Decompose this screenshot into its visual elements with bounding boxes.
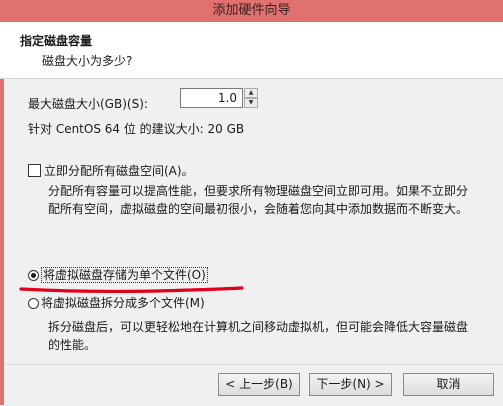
wizard-window: 添加硬件向导 指定磁盘容量 磁盘大小为多少? 最大磁盘大小(GB)(S): 1.… [0,0,503,406]
multi-file-radio-row[interactable]: 将虚拟磁盘拆分成多个文件(M) [28,294,205,311]
cancel-button[interactable]: 取消 [403,373,494,396]
multi-file-description: 拆分磁盘后，可以更轻松地在计算机之间移动虚拟机，但可能会降低大容量磁盘的性能。 [48,320,469,352]
disk-size-label: 最大磁盘大小(GB)(S): [28,97,148,111]
allocate-description: 分配所有容量可以提高性能，但要求所有物理磁盘空间立即可用。如果不立即分配所有空间… [48,184,469,216]
wizard-header: 指定磁盘容量 磁盘大小为多少? [0,22,503,79]
stepper-arrows: ▲ ▼ [244,88,258,108]
next-button[interactable]: 下一步(N) > [309,373,392,396]
wizard-content: 最大磁盘大小(GB)(S): 1.0 ▲ ▼ 针对 CentOS 64 位 的建… [4,79,503,364]
allocate-now-checkbox-row[interactable]: 立即分配所有磁盘空间(A)。 [28,162,194,179]
recommended-size-text: 针对 CentOS 64 位 的建议大小: 20 GB [28,122,245,136]
window-title: 添加硬件向导 [212,3,291,18]
page-subtitle: 磁盘大小为多少? [42,54,133,68]
allocate-now-checkbox[interactable] [28,164,41,177]
stepper-down-icon[interactable]: ▼ [244,98,258,108]
window-titlebar[interactable]: 添加硬件向导 [0,0,503,22]
multi-file-label[interactable]: 将虚拟磁盘拆分成多个文件(M) [41,296,205,310]
page-title: 指定磁盘容量 [20,34,93,48]
disk-size-input[interactable]: 1.0 [180,88,243,108]
multi-file-radio[interactable] [28,298,39,309]
disk-size-stepper[interactable]: 1.0 ▲ ▼ [180,88,258,110]
back-button[interactable]: < 上一步(B) [218,373,300,396]
wizard-footer: < 上一步(B) 下一步(N) > 取消 [4,364,503,406]
stepper-up-icon[interactable]: ▲ [244,88,258,98]
allocate-now-label[interactable]: 立即分配所有磁盘空间(A)。 [44,164,194,178]
